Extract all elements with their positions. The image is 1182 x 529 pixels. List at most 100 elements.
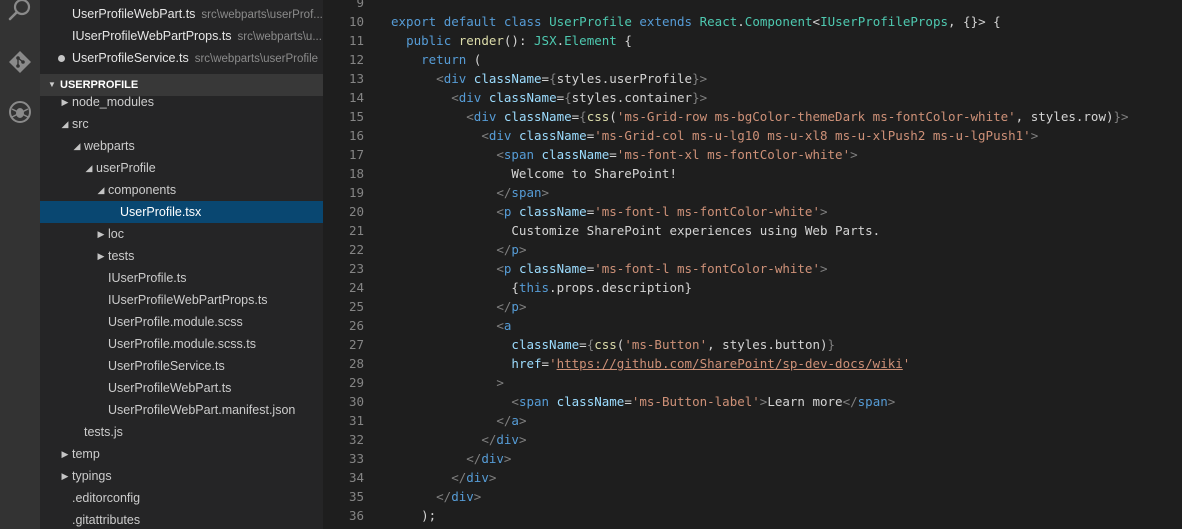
code-token: > [488,470,497,485]
tree-folder-item[interactable]: ▶ node_modules [40,91,323,113]
chevron-down-icon[interactable]: ◢ [84,157,94,179]
code-token: , {}> { [948,14,1001,29]
code-line: 24 {this.props.description} [323,278,1182,297]
code-line: 37 } [323,525,1182,529]
line-code: </div> [391,468,496,487]
chevron-right-icon[interactable]: ▶ [60,465,70,487]
tree-file-item[interactable]: UserProfileService.ts [40,355,323,377]
code-token: < [466,109,474,124]
code-token: </ [496,185,512,200]
line-code: </div> [391,430,526,449]
chevron-down-icon[interactable]: ◢ [72,135,82,157]
chevron-down-icon[interactable]: ◢ [60,113,70,135]
code-token: > [518,299,527,314]
line-number: 28 [348,356,364,371]
tree-file-item[interactable]: UserProfile.tsx [40,201,323,223]
tree-folder-item[interactable]: ◢ src [40,113,323,135]
code-line: 28 href='https://github.com/SharePoint/s… [323,354,1182,373]
line-code: <div className={styles.userProfile}> [391,69,707,88]
file-tree: ▶ node_modules ◢ src ◢ webparts ◢ userProfile ◢ c… [40,91,323,529]
tree-folder-item[interactable]: ▶ tests [40,245,323,267]
open-editor-item[interactable]: UserProfileWebPart.ts src\webparts\userPr… [40,3,323,25]
line-number: 17 [348,147,364,162]
tree-item-label: .gitattributes [72,513,141,527]
tree-item-label: UserProfileWebPart.ts [108,381,232,395]
chevron-right-icon[interactable]: ▶ [96,245,106,267]
code-token: 'ms-font-l ms-fontColor-white' [594,261,820,276]
code-token: </ [496,299,512,314]
tree-folder-item[interactable]: ▶ loc [40,223,323,245]
search-icon[interactable] [0,0,40,32]
line-number: 19 [348,185,364,200]
debug-icon[interactable] [0,90,40,134]
code-token: className [556,394,625,409]
code-token: < [496,147,504,162]
chevron-right-icon[interactable]: ▶ [60,91,70,113]
tree-folder-item[interactable]: ◢ webparts [40,135,323,157]
tree-file-item[interactable]: UserProfileWebPart.ts [40,377,323,399]
line-number: 34 [348,470,364,485]
code-token: className [518,128,587,143]
code-token: Component [744,14,813,29]
code-token: < [496,204,504,219]
tree-file-item[interactable]: UserProfileWebPart.manifest.json [40,399,323,421]
tree-file-item[interactable]: IUserProfileWebPartProps.ts [40,289,323,311]
code-token: extends [639,14,693,29]
code-link[interactable]: https://github.com/SharePoint/sp-dev-doc… [557,356,903,371]
open-editor-item[interactable]: UserProfileService.ts src\webparts\userPr… [40,47,323,69]
open-editor-item[interactable]: IUserProfileWebPartProps.ts src\webparts\… [40,25,323,47]
code-token: ( [609,109,617,124]
code-line: 23 <p className='ms-font-l ms-fontColor-… [323,259,1182,278]
code-token: p [511,299,519,314]
code-token: css [586,109,610,124]
code-line: 10 export default class UserProfile exten… [323,12,1182,31]
line-code: <a [391,316,511,335]
code-token: ' [902,356,911,371]
line-number: 11 [348,33,364,48]
code-line: 9 [323,0,1182,12]
code-editor[interactable]: 9 10 export default class UserProfile exte… [323,0,1182,529]
code-token: Welcome to SharePoint! [391,166,677,181]
tree-file-item[interactable]: .gitattributes [40,509,323,529]
code-token: className [518,261,587,276]
line-code: return ( [391,50,481,69]
tree-item-label: loc [108,227,124,241]
tree-item-label: node_modules [72,95,155,109]
code-token: } [827,337,836,352]
code-line: 11 public render(): JSX.Element { [323,31,1182,50]
chevron-right-icon[interactable]: ▶ [96,223,106,245]
tree-folder-item[interactable]: ▶ temp [40,443,323,465]
code-token: </ [451,470,467,485]
code-line: 18 Welcome to SharePoint! [323,164,1182,183]
tree-folder-item[interactable]: ▶ typings [40,465,323,487]
line-number: 27 [348,337,364,352]
code-token: }> [692,71,708,86]
code-token: 'ms-Button-label' [631,394,760,409]
tree-file-item[interactable]: .editorconfig [40,487,323,509]
code-token: span [511,185,542,200]
code-token: > [473,489,482,504]
tree-file-item[interactable]: UserProfile.module.scss.ts [40,333,323,355]
tree-file-item[interactable]: tests.js [40,421,323,443]
tree-file-item[interactable]: IUserProfile.ts [40,267,323,289]
source-control-icon[interactable] [0,40,40,84]
code-token: </ [496,242,512,257]
code-line: 25 </p> [323,297,1182,316]
tree-file-item[interactable]: UserProfile.module.scss [40,311,323,333]
tree-folder-item[interactable]: ◢ userProfile [40,157,323,179]
line-code: export default class UserProfile extends… [391,12,1001,31]
code-token: </ [496,413,512,428]
code-token: }> [1113,109,1129,124]
code-line: 20 <p className='ms-font-l ms-fontColor-… [323,202,1182,221]
line-number: 9 [356,0,364,10]
chevron-down-icon[interactable]: ◢ [96,179,106,201]
chevron-right-icon[interactable]: ▶ [60,443,70,465]
tree-folder-item[interactable]: ◢ components [40,179,323,201]
